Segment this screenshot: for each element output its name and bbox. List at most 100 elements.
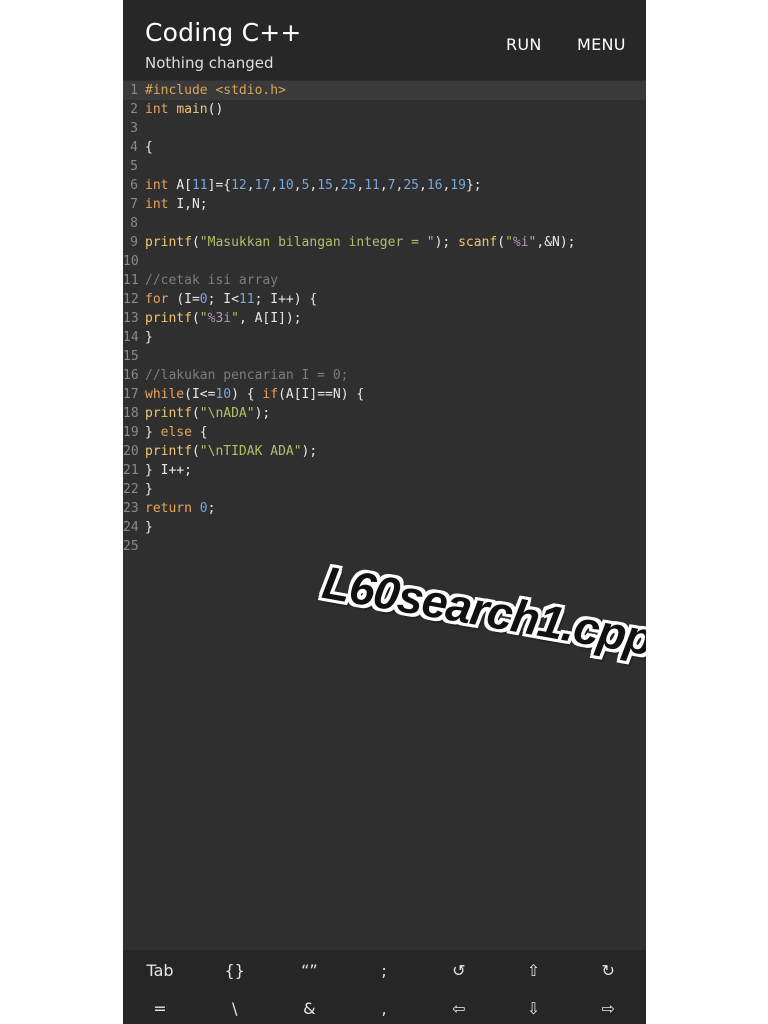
code-line[interactable]: 16 //lakukan pencarian I = 0;: [123, 366, 646, 385]
code-line[interactable]: 1 #include <stdio.h>: [123, 81, 646, 100]
code-token: %3i: [207, 311, 232, 326]
comma-key[interactable]: ,: [347, 991, 421, 1024]
code-token: 16: [426, 178, 443, 193]
code-token: printf: [145, 235, 192, 250]
app-title: Coding C++: [145, 18, 302, 47]
line-code: }: [145, 328, 153, 347]
code-line[interactable]: 11 //cetak isi array: [123, 271, 646, 290]
arrow-down-key[interactable]: ⇩: [497, 991, 571, 1024]
line-number: 23: [123, 501, 139, 516]
code-token: }: [145, 520, 153, 535]
run-button[interactable]: RUN: [506, 35, 542, 54]
code-token: else: [160, 425, 192, 440]
code-token: int: [145, 102, 177, 117]
code-token: }: [145, 330, 153, 345]
code-token: ": [231, 311, 239, 326]
quotes-key[interactable]: “”: [272, 953, 346, 989]
app-screen: Coding C++ Nothing changed RUN MENU 1 #in…: [123, 0, 646, 1024]
line-code: printf("\nADA");: [145, 404, 270, 423]
line-code: return 0;: [145, 499, 215, 518]
code-token: //cetak isi array: [145, 273, 279, 288]
tab-key[interactable]: Tab: [123, 953, 197, 989]
code-token: 11: [238, 292, 255, 307]
code-line[interactable]: 24}: [123, 518, 646, 537]
code-token: printf: [145, 311, 192, 326]
code-line[interactable]: 4{: [123, 138, 646, 157]
code-token: ,: [293, 178, 302, 193]
code-line[interactable]: 7 int I,N;: [123, 195, 646, 214]
code-token: "Masukkan bilangan integer = ": [199, 235, 435, 250]
line-code: int A[11]={12,17,10,5,15,25,11,7,25,16,1…: [145, 176, 482, 195]
code-line[interactable]: 19} else {: [123, 423, 646, 442]
code-token: {: [191, 425, 208, 440]
code-token: ,: [379, 178, 388, 193]
code-line[interactable]: 21} I++;: [123, 461, 646, 480]
code-token: ,: [270, 178, 279, 193]
code-token: ;: [207, 501, 216, 516]
code-line[interactable]: 15: [123, 347, 646, 366]
code-line[interactable]: 22}: [123, 480, 646, 499]
code-line[interactable]: 9 printf("Masukkan bilangan integer = ");…: [123, 233, 646, 252]
arrow-right-key[interactable]: ⇨: [571, 991, 645, 1024]
code-token: while: [145, 387, 185, 402]
line-number: 9: [130, 235, 138, 250]
redo-key[interactable]: ↻: [571, 953, 645, 989]
line-number: 5: [130, 159, 138, 174]
code-token: {: [145, 140, 153, 155]
backslash-key[interactable]: \: [198, 991, 272, 1024]
line-number: 18: [123, 406, 139, 421]
code-token: );: [434, 235, 459, 250]
code-token: ; I<: [207, 292, 239, 307]
line-number: 4: [130, 140, 138, 155]
code-line[interactable]: 12 for (I=0; I<11; I++) {: [123, 290, 646, 309]
line-number: 12: [123, 292, 139, 307]
line-code: printf("Masukkan bilangan integer = "); …: [145, 233, 576, 252]
arrow-up-key[interactable]: ⇧: [497, 953, 571, 989]
code-token: 10: [278, 178, 294, 193]
code-line[interactable]: 2 int main(): [123, 100, 646, 119]
code-token: return: [145, 501, 200, 516]
menu-button[interactable]: MENU: [577, 35, 626, 54]
code-token: ": [199, 311, 208, 326]
ampersand-key[interactable]: &: [272, 991, 346, 1024]
line-number: 25: [123, 539, 139, 554]
line-number: 8: [130, 216, 138, 231]
code-editor[interactable]: 1 #include <stdio.h> 2 int main() 3 4{5 6 int A…: [123, 80, 646, 950]
line-code: int main(): [145, 100, 223, 119]
code-line[interactable]: 20 printf("\nTIDAK ADA");: [123, 442, 646, 461]
code-token: int: [145, 197, 177, 212]
code-token: int: [145, 178, 177, 193]
braces-key[interactable]: {}: [198, 953, 272, 989]
code-token: A[: [176, 178, 192, 193]
equals-key[interactable]: =: [123, 991, 197, 1024]
arrow-left-key[interactable]: ⇦: [422, 991, 496, 1024]
code-token: }: [145, 425, 161, 440]
code-token: }: [145, 482, 153, 497]
line-number: 13: [123, 311, 139, 326]
line-number: 24: [123, 520, 139, 535]
code-token: (): [207, 102, 224, 117]
line-code: }: [145, 480, 153, 499]
code-line[interactable]: 8: [123, 214, 646, 233]
code-line[interactable]: 6 int A[11]={12,17,10,5,15,25,11,7,25,16,…: [123, 176, 646, 195]
undo-key[interactable]: ↺: [422, 953, 496, 989]
code-line[interactable]: 3: [123, 119, 646, 138]
code-line[interactable]: 17 while(I<=10) { if(A[I]==N) {: [123, 385, 646, 404]
line-code: }: [145, 518, 153, 537]
code-token: (: [191, 235, 200, 250]
code-line[interactable]: 18 printf("\nADA");: [123, 404, 646, 423]
code-token: //lakukan pencarian I = 0;: [145, 368, 349, 383]
code-line[interactable]: 10: [123, 252, 646, 271]
code-line[interactable]: 13 printf("%3i", A[I]);: [123, 309, 646, 328]
code-token: ,: [332, 178, 341, 193]
code-token: (: [191, 406, 200, 421]
code-line[interactable]: 14}: [123, 328, 646, 347]
code-line[interactable]: 5: [123, 157, 646, 176]
code-token: (: [191, 311, 200, 326]
code-token: (I=: [176, 292, 200, 307]
semicolon-key[interactable]: ;: [347, 953, 421, 989]
code-token: ) {: [231, 387, 263, 402]
code-line[interactable]: 23 return 0;: [123, 499, 646, 518]
line-number: 11: [123, 273, 139, 288]
code-line[interactable]: 25: [123, 537, 646, 556]
